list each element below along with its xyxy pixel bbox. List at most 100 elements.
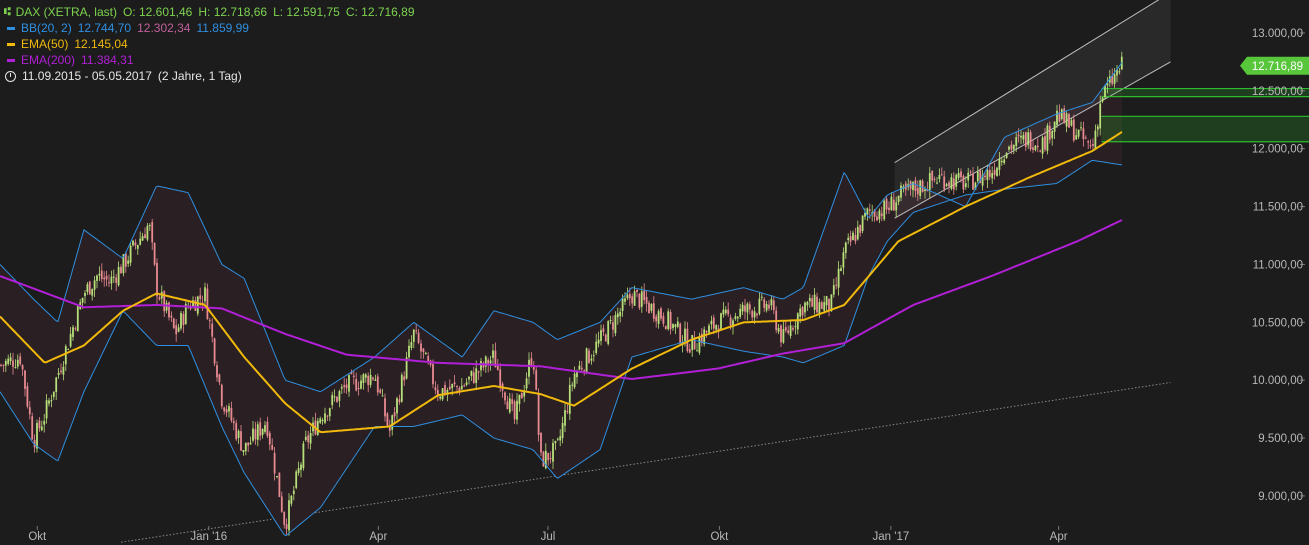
candle-body (832, 285, 835, 295)
candle-body (1089, 145, 1092, 147)
candle-body (28, 407, 31, 415)
candle-body (12, 360, 14, 367)
candle-body (91, 288, 94, 296)
candle-body (1087, 141, 1090, 143)
candle-body (381, 395, 384, 397)
candle-body (684, 328, 686, 342)
candle-body (372, 377, 374, 380)
candle-body (165, 302, 168, 311)
x-tick-label: Apr (1050, 531, 1068, 543)
candle-body (765, 303, 768, 311)
candle-body (796, 313, 799, 330)
candle-body (511, 399, 514, 404)
candle-body (345, 384, 348, 389)
legend-low: L: 12.591,75 (273, 5, 340, 19)
candle-body (369, 374, 372, 385)
candle-body (652, 303, 655, 319)
legend-bb-row[interactable]: BB(20, 2) 12.744,70 12.302,34 11.859,99 (4, 20, 421, 36)
candle-body (1015, 137, 1018, 146)
candle-body (52, 391, 55, 397)
candle-body (237, 430, 240, 438)
candle-body (571, 384, 574, 386)
candle-body (583, 370, 586, 372)
clock-icon (5, 70, 16, 82)
candle-body (751, 310, 754, 318)
candle-body (1101, 97, 1104, 102)
candle-body (208, 320, 211, 322)
candle-body (261, 428, 264, 435)
candle-body (120, 266, 122, 274)
candle-body (542, 451, 545, 467)
candle-body (607, 321, 610, 344)
candle-body (626, 294, 629, 299)
candle-body (792, 327, 794, 330)
ema50-swatch (7, 42, 15, 46)
candle-body (321, 419, 324, 421)
candle-body (1082, 128, 1085, 140)
candle-body (878, 210, 881, 220)
candle-body (43, 420, 46, 425)
candle-body (1051, 130, 1054, 139)
candle-body (278, 472, 281, 497)
candle-body (307, 435, 310, 443)
legend-ema50-row[interactable]: EMA(50) 12.145,04 (4, 36, 421, 52)
candle-body (852, 232, 854, 241)
candle-body (249, 442, 252, 445)
legend-period-note: (2 Jahre, 1 Tag) (157, 69, 242, 83)
candle-body (16, 359, 19, 367)
candle-body (240, 431, 242, 451)
candle-body (420, 343, 422, 352)
candle-body (489, 360, 492, 364)
candle-body (676, 321, 679, 327)
candle-body (880, 213, 883, 217)
candle-body (434, 387, 437, 391)
candle-body (616, 313, 619, 318)
candle-body (888, 207, 890, 210)
candle-body (1046, 125, 1049, 151)
candle-body (326, 415, 329, 417)
x-tick-label: Jul (541, 531, 556, 543)
candle-body (499, 369, 502, 387)
candle-body (244, 442, 247, 452)
candle-body (945, 184, 948, 187)
candle-body (158, 297, 161, 300)
candle-body (336, 396, 338, 402)
candle-body (211, 323, 214, 337)
candle-body (290, 495, 293, 504)
candle-body (364, 374, 367, 378)
candle-body (816, 296, 818, 313)
candle-body (223, 407, 226, 412)
candle-body (782, 329, 785, 343)
candle-body (957, 173, 960, 178)
candle-body (271, 445, 274, 450)
candle-body (729, 317, 732, 326)
candle-body (48, 400, 50, 404)
legend-bb-label: BB(20, 2) (21, 21, 72, 35)
candle-body (811, 298, 814, 307)
candle-body (74, 328, 77, 330)
candle-body (967, 172, 970, 181)
candle-body (136, 245, 139, 249)
candle-body (110, 276, 113, 284)
candle-body (592, 355, 595, 357)
candle-body (722, 309, 725, 315)
candle-body (331, 394, 334, 406)
candle-body (861, 215, 864, 231)
candle-body (1034, 145, 1037, 151)
candle-body (1072, 119, 1075, 141)
candle-body (698, 336, 701, 353)
candle-body (228, 406, 230, 412)
candle-body (55, 377, 58, 393)
candle-body (124, 253, 127, 267)
candle-body (1012, 145, 1015, 150)
candle-body (547, 452, 550, 461)
candle-body (916, 188, 919, 195)
candle-body (799, 308, 802, 317)
candle-body (952, 178, 955, 190)
candle-body (847, 237, 850, 241)
candle-body (105, 275, 108, 280)
legend-ema200-row[interactable]: EMA(200) 11.384,31 (4, 52, 421, 68)
candle-body (686, 328, 689, 352)
legend-ema50-label: EMA(50) (21, 37, 69, 51)
candle-body (472, 372, 475, 383)
